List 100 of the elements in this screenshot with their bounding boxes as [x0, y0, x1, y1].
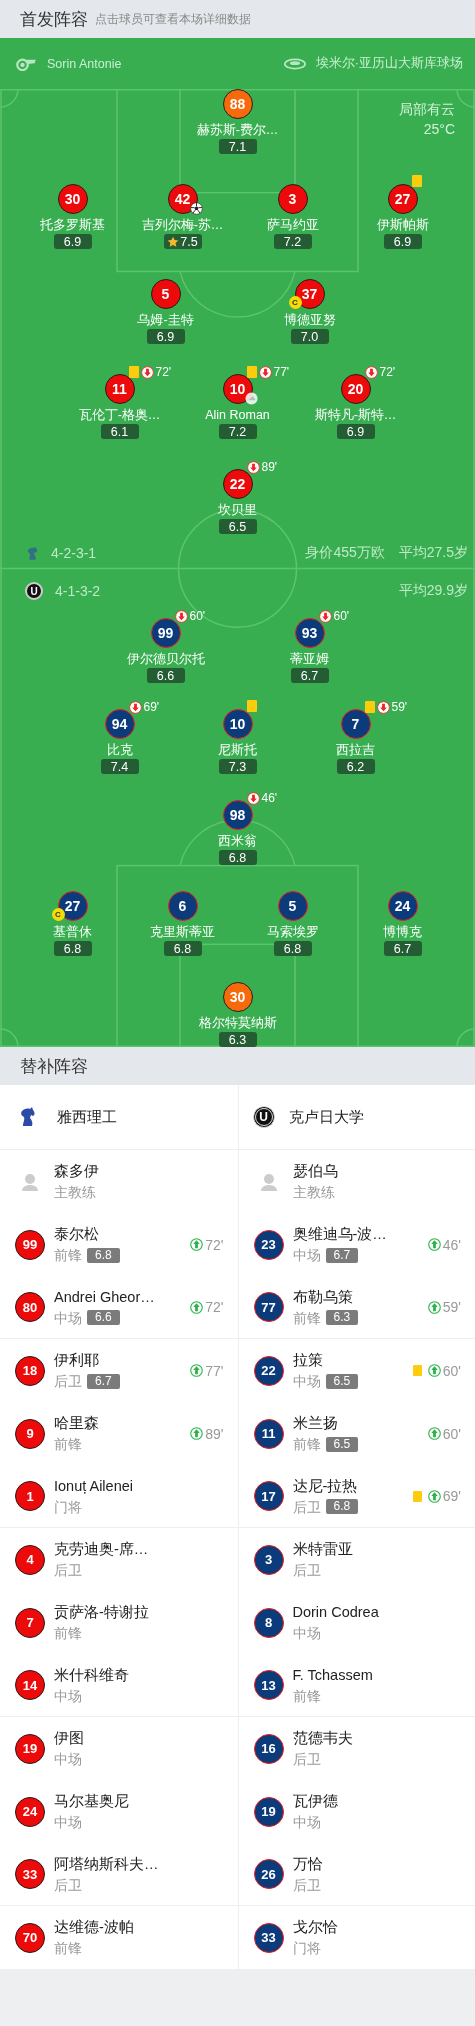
- jersey-number[interactable]: 80: [15, 1292, 45, 1322]
- player-name[interactable]: 米特雷亚: [292, 1540, 452, 1559]
- jersey-number[interactable]: 13: [253, 1670, 284, 1700]
- jersey-number[interactable]: 14: [15, 1670, 45, 1700]
- jersey-number[interactable]: 11: [104, 374, 135, 404]
- player-name: 托多罗斯基: [40, 217, 105, 233]
- rating-badge: 6.5: [325, 1436, 359, 1452]
- substitution-minute: 89': [205, 1425, 224, 1442]
- player-name[interactable]: Ionuț Ailenei: [54, 1476, 215, 1496]
- player-name[interactable]: Andrei Gheor…: [54, 1287, 180, 1307]
- team-name[interactable]: 克卢日大学: [288, 1107, 364, 1127]
- player-name[interactable]: 万恰: [292, 1854, 452, 1874]
- player-name[interactable]: 米什科维奇: [54, 1665, 215, 1685]
- jersey-number[interactable]: 99: [150, 618, 181, 648]
- down-arrow-icon: [140, 365, 154, 379]
- jersey-number[interactable]: 30: [57, 184, 88, 214]
- jersey-number[interactable]: 17: [253, 1481, 284, 1511]
- player-name[interactable]: 戈尔恰: [292, 1918, 452, 1937]
- jersey-number[interactable]: 10: [222, 709, 253, 739]
- jersey-number[interactable]: 10: [222, 374, 253, 404]
- jersey-number[interactable]: 22: [222, 469, 253, 499]
- jersey-number[interactable]: 5: [150, 279, 181, 309]
- jersey-number[interactable]: 9: [15, 1418, 45, 1449]
- jersey-number[interactable]: 8: [253, 1607, 284, 1638]
- player-name[interactable]: 泰尔松: [54, 1225, 180, 1244]
- player-name[interactable]: 哈里森: [54, 1414, 180, 1433]
- coach-name[interactable]: 森多伊: [54, 1162, 224, 1181]
- jersey-number[interactable]: 7: [340, 709, 371, 739]
- player-position: 中场: [292, 1624, 321, 1642]
- jersey-number[interactable]: 4: [15, 1544, 45, 1575]
- jersey-number[interactable]: 19: [253, 1796, 284, 1827]
- player-position: 前锋: [292, 1308, 321, 1327]
- down-arrow-icon: [364, 365, 378, 379]
- jersey-number[interactable]: 33: [15, 1859, 45, 1889]
- substitution-minute: 59': [391, 700, 408, 714]
- rating-value: 7.4: [110, 759, 129, 774]
- player-position: 前锋: [292, 1686, 321, 1705]
- jersey-number[interactable]: 23: [253, 1229, 284, 1260]
- stadium-icon: [283, 56, 306, 71]
- rating-value: 7.2: [228, 424, 247, 439]
- player-position: 后卫: [292, 1561, 321, 1579]
- substitution-minute: 46': [442, 1236, 461, 1253]
- jersey-number[interactable]: 3: [277, 184, 308, 214]
- jersey-number[interactable]: 6: [167, 891, 198, 921]
- jersey-number[interactable]: 77: [253, 1292, 284, 1322]
- player-name[interactable]: 阿塔纳斯科夫…: [54, 1854, 215, 1874]
- jersey-number[interactable]: 16: [253, 1733, 284, 1764]
- jersey-number[interactable]: 70: [15, 1922, 45, 1953]
- jersey-number[interactable]: 7: [15, 1607, 45, 1638]
- player-name[interactable]: 布勒乌策: [292, 1287, 417, 1307]
- jersey-number[interactable]: 19: [15, 1733, 45, 1764]
- substitution-minute: 60': [442, 1425, 461, 1442]
- player-name[interactable]: 米兰扬: [292, 1414, 417, 1433]
- jersey-number[interactable]: 22: [253, 1355, 284, 1386]
- jersey-number[interactable]: 11: [253, 1418, 284, 1449]
- player-name[interactable]: 马尔基奥尼: [54, 1792, 215, 1811]
- jersey-number[interactable]: 94: [104, 709, 135, 739]
- substitution-minute: 69': [442, 1488, 461, 1504]
- jersey-number[interactable]: 33: [253, 1922, 284, 1953]
- team-name[interactable]: 雅西理工: [57, 1107, 117, 1127]
- formation: 4-2-3-1: [51, 545, 97, 561]
- player-position: 前锋: [54, 1435, 82, 1453]
- jersey-number[interactable]: 24: [15, 1796, 45, 1827]
- rating-badge: 6.8: [325, 1499, 359, 1514]
- player-name: 尼斯托: [218, 742, 257, 758]
- player-name[interactable]: 伊利耶: [54, 1351, 180, 1370]
- jersey-number[interactable]: 93: [294, 618, 325, 648]
- down-arrow-icon: [174, 609, 188, 623]
- player-name[interactable]: 达尼-拉热: [292, 1476, 404, 1496]
- player-position: 门将: [54, 1497, 82, 1516]
- market-value: 身价455万欧: [305, 544, 385, 562]
- jersey-number[interactable]: 20: [340, 374, 371, 404]
- jersey-number[interactable]: 98: [222, 800, 253, 830]
- team-logo: U: [252, 1106, 275, 1128]
- player-name[interactable]: F. Tchassem: [292, 1665, 452, 1685]
- player-name[interactable]: 克劳迪奥-席…: [54, 1540, 215, 1559]
- whistle-icon: [15, 56, 37, 71]
- rating-value: 6.8: [63, 941, 82, 956]
- jersey-number[interactable]: 42: [167, 184, 198, 214]
- jersey-number[interactable]: 99: [15, 1229, 45, 1260]
- jersey-number[interactable]: 27: [387, 184, 418, 214]
- jersey-number[interactable]: 24: [387, 891, 418, 921]
- player-name[interactable]: 拉策: [292, 1351, 404, 1370]
- player-name[interactable]: 伊图: [54, 1729, 215, 1748]
- jersey-number[interactable]: 26: [253, 1859, 284, 1889]
- down-arrow-icon: [246, 791, 260, 805]
- player-name[interactable]: 达维德-波帕: [54, 1918, 215, 1937]
- player-position: 中场: [54, 1750, 82, 1768]
- jersey-number[interactable]: 3: [253, 1544, 284, 1575]
- jersey-number[interactable]: 1: [15, 1481, 45, 1511]
- player-name[interactable]: Dorin Codrea: [292, 1603, 452, 1622]
- player-name[interactable]: 贡萨洛-特谢拉: [54, 1603, 215, 1622]
- jersey-number[interactable]: 18: [15, 1355, 45, 1386]
- player-name[interactable]: 奥维迪乌-波…: [292, 1225, 417, 1244]
- player-position: 后卫: [292, 1875, 321, 1894]
- player-name[interactable]: 范德韦夫: [292, 1729, 452, 1748]
- jersey-number[interactable]: 5: [277, 891, 308, 921]
- substitution-minute: 69': [143, 700, 160, 714]
- coach-name[interactable]: 瑟伯乌: [292, 1162, 461, 1181]
- player-name[interactable]: 瓦伊德: [292, 1792, 452, 1811]
